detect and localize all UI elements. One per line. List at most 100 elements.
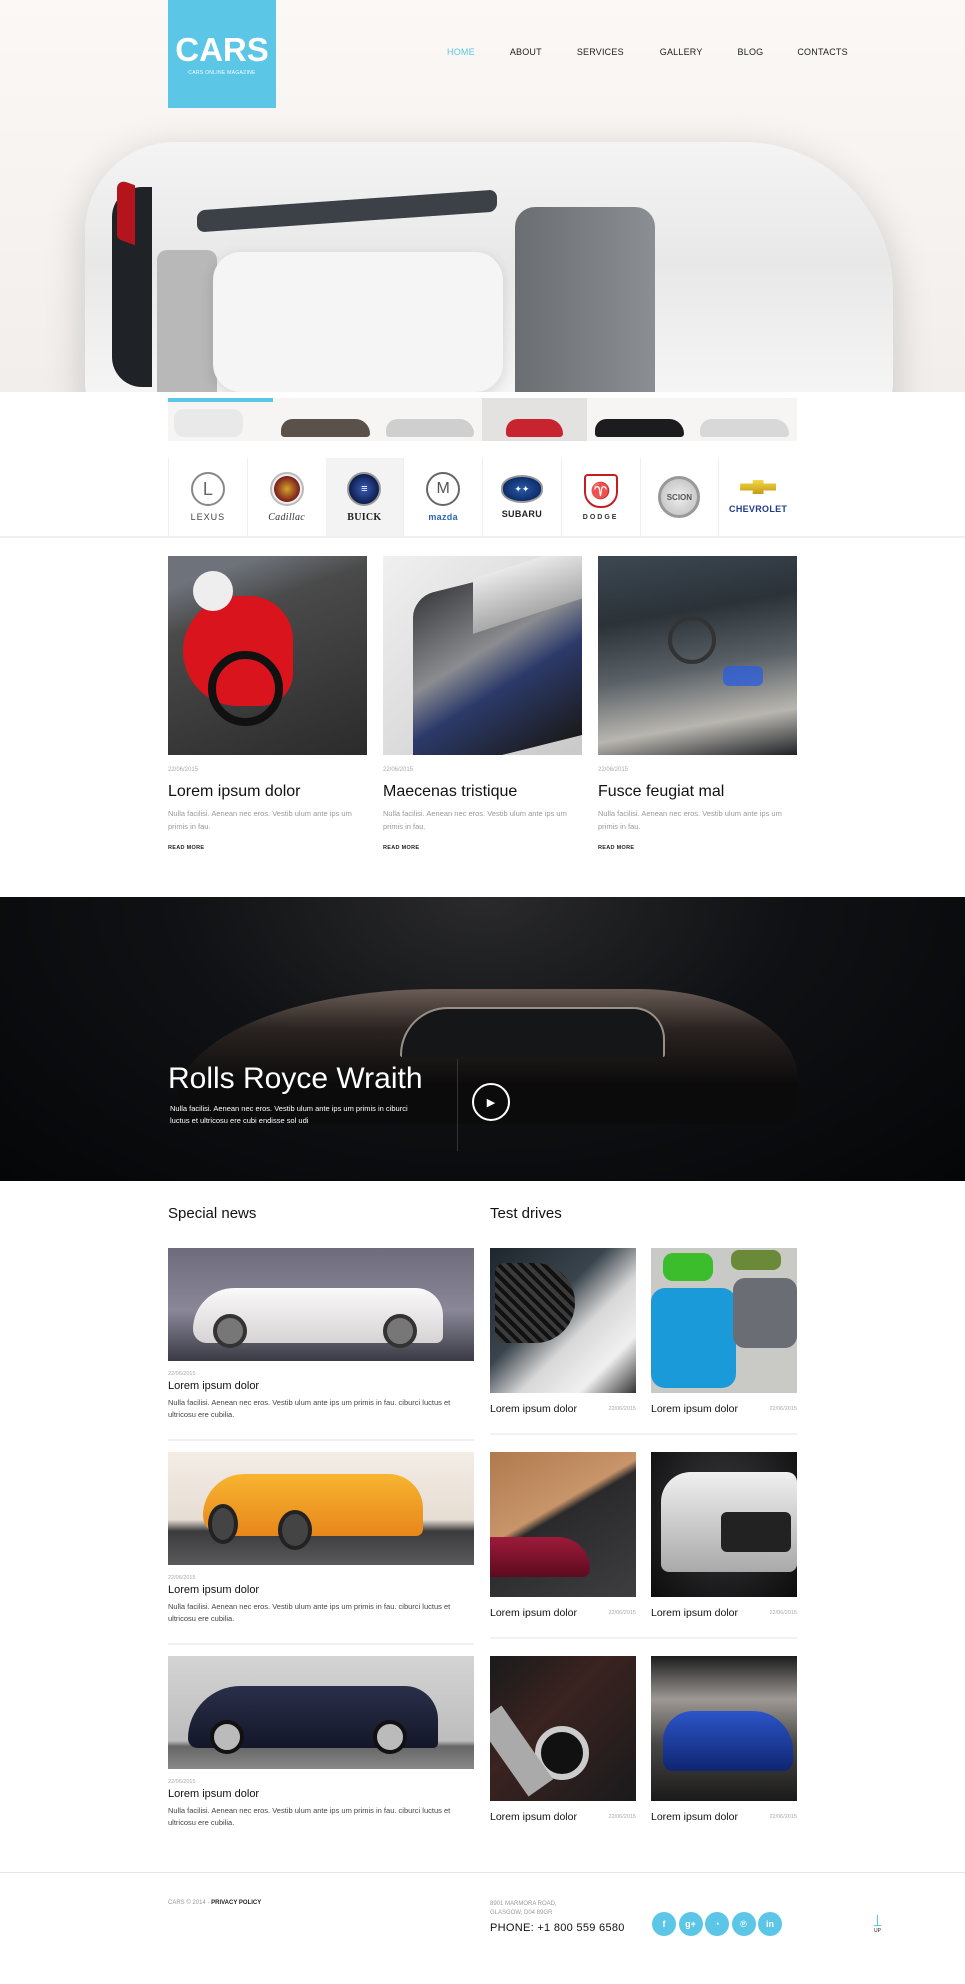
copyright-text: CARS © 2014 - (168, 1900, 212, 1906)
privacy-policy-link[interactable]: PRIVACY POLICY (211, 1900, 261, 1906)
test-drive-date: 22/06/2015 (769, 1406, 797, 1412)
brand-cadillac[interactable]: Cadillac (246, 458, 326, 536)
article-title[interactable]: Maecenas tristique (383, 783, 582, 801)
news-title[interactable]: Lorem ipsum dolor (168, 1584, 474, 1596)
test-drive-item: Lorem ipsum dolor 22/06/2015 (651, 1248, 797, 1415)
navy-coupe-image[interactable] (168, 1656, 474, 1769)
hero-slider (0, 0, 965, 392)
scion-logo-icon: SCION (658, 476, 701, 518)
logo-subtitle: CARS ONLINE MAGAZINE (188, 70, 256, 76)
test-drive-title[interactable]: Lorem ipsum dolor (651, 1811, 738, 1823)
brand-subaru[interactable]: ✦✦ SUBARU (482, 458, 561, 536)
address-line: 8901 MARMORA ROAD, (490, 1901, 557, 1907)
news-item: 22/06/2015 Lorem ipsum dolor Nulla facil… (168, 1248, 474, 1441)
nav-home[interactable]: HOME (447, 47, 475, 57)
article-title[interactable]: Lorem ipsum dolor (168, 783, 367, 801)
test-drive-title[interactable]: Lorem ipsum dolor (490, 1403, 577, 1415)
test-drive-title[interactable]: Lorem ipsum dolor (490, 1811, 577, 1823)
nav-about[interactable]: ABOUT (510, 47, 542, 57)
article-desc: Nulla facilisi. Aenean nec eros. Vestib … (383, 809, 567, 831)
article-date: 22/06/2015 (168, 767, 199, 773)
muscle-cars-image[interactable] (651, 1248, 797, 1393)
news-date: 22/06/2015 (168, 1575, 196, 1581)
thumb-black-coupe[interactable] (587, 398, 693, 441)
thumb-white-car-top[interactable] (168, 398, 273, 441)
orange-supercar-image[interactable] (168, 1452, 474, 1565)
brand-mazda[interactable]: M mazda (403, 458, 482, 536)
subaru-logo-icon: ✦✦ (500, 475, 543, 503)
article-card: 22/06/2015 Lorem ipsum dolor Nulla facil… (168, 556, 367, 851)
news-title[interactable]: Lorem ipsum dolor (168, 1380, 474, 1392)
brand-name: DODGE (582, 513, 619, 521)
article-desc: Nulla facilisi. Aenean nec eros. Vestib … (168, 809, 352, 831)
test-drive-date: 22/06/2015 (608, 1814, 636, 1820)
news-item: 22/06/2015 Lorem ipsum dolor Nulla facil… (168, 1452, 474, 1645)
nav-contacts[interactable]: CONTACTS (797, 47, 847, 57)
banner-divider (457, 1059, 458, 1151)
brand-dodge[interactable]: ♈ DODGE (560, 458, 640, 536)
news-title[interactable]: Lorem ipsum dolor (168, 1788, 474, 1800)
news-desc: Nulla facilisi. Aenean nec eros. Vestib … (168, 1806, 451, 1827)
up-label: UP (874, 1928, 881, 1934)
test-drive-date: 22/06/2015 (608, 1610, 636, 1616)
red-motorcycle-image[interactable] (168, 556, 367, 755)
play-icon: ▶ (486, 1096, 496, 1109)
test-drive-title[interactable]: Lorem ipsum dolor (651, 1403, 738, 1415)
brand-scion[interactable]: SCION (639, 458, 719, 536)
test-drive-item: Lorem ipsum dolor 22/06/2015 (490, 1248, 636, 1415)
taillight-deck-image[interactable] (490, 1452, 636, 1597)
brand-name: SUBARU (501, 509, 543, 519)
news-desc: Nulla facilisi. Aenean nec eros. Vestib … (168, 1398, 451, 1419)
test-drive-item: Lorem ipsum dolor 22/06/2015 (490, 1452, 636, 1619)
car-interior-image[interactable] (598, 556, 797, 755)
linkedin-icon[interactable]: in (758, 1912, 782, 1936)
test-drive-date: 22/06/2015 (608, 1406, 636, 1412)
google-plus-icon[interactable]: g+ (678, 1912, 703, 1936)
cadillac-logo-icon (269, 471, 304, 506)
play-button[interactable]: ▶ (472, 1083, 510, 1121)
thumb-white-hypercar[interactable] (692, 398, 797, 441)
console-controls-image[interactable] (490, 1656, 636, 1801)
brand-name: BUICK (347, 511, 382, 523)
main-nav: HOME ABOUT SERVICES GALLERY BLOG CONTACT… (447, 47, 848, 57)
thumb-silver-sedan[interactable] (377, 398, 483, 441)
article-desc: Nulla facilisi. Aenean nec eros. Vestib … (598, 809, 782, 831)
thumb-red-motorcycle[interactable] (482, 398, 588, 441)
scroll-to-top-button[interactable]: UP (873, 1915, 881, 1934)
blue-coupe-image[interactable] (651, 1656, 797, 1801)
engine-image[interactable] (383, 556, 582, 755)
test-drives-divider (490, 1637, 797, 1639)
nav-services[interactable]: SERVICES (577, 47, 624, 57)
nav-gallery[interactable]: GALLERY (660, 47, 703, 57)
pinterest-icon[interactable]: ℗ (731, 1912, 756, 1936)
article-card: 22/06/2015 Maecenas tristique Nulla faci… (383, 556, 582, 851)
thumb-brown-sports-car[interactable] (272, 398, 378, 441)
read-more-link[interactable]: READ MORE (383, 845, 582, 851)
brand-name: mazda (428, 512, 458, 522)
buick-logo-icon: ≡ (347, 471, 382, 506)
test-drive-title[interactable]: Lorem ipsum dolor (651, 1607, 738, 1619)
news-item: 22/06/2015 Lorem ipsum dolor Nulla facil… (168, 1656, 474, 1829)
read-more-link[interactable]: READ MORE (168, 845, 367, 851)
brand-lexus[interactable]: L LEXUS (168, 458, 247, 536)
nav-blog[interactable]: BLOG (738, 47, 764, 57)
read-more-link[interactable]: READ MORE (598, 845, 797, 851)
brand-name: CHEVROLET (729, 504, 788, 514)
brand-chevrolet[interactable]: CHEVROLET (718, 458, 797, 536)
brand-name: Cadillac (268, 511, 306, 523)
test-drives-divider (490, 1433, 797, 1435)
article-title[interactable]: Fusce feugiat mal (598, 783, 797, 801)
facebook-icon[interactable]: f (652, 1912, 676, 1936)
brand-logos: L LEXUS Cadillac ≡ BUICK M mazda ✦✦ SUBA… (168, 458, 797, 536)
silver-suv-image[interactable] (651, 1452, 797, 1597)
test-drive-title[interactable]: Lorem ipsum dolor (490, 1607, 577, 1619)
banner-title: Rolls Royce Wraith (168, 1062, 423, 1095)
brand-buick[interactable]: ≡ BUICK (325, 458, 404, 536)
rss-icon[interactable]: ◔ (705, 1912, 729, 1936)
grille-closeup-image[interactable] (490, 1248, 636, 1393)
white-convertible-image[interactable] (168, 1248, 474, 1361)
site-logo[interactable]: CARS CARS ONLINE MAGAZINE (168, 0, 276, 108)
hero-car-image (85, 142, 893, 392)
article-date: 22/06/2015 (598, 767, 629, 773)
mazda-logo-icon: M (426, 472, 461, 506)
